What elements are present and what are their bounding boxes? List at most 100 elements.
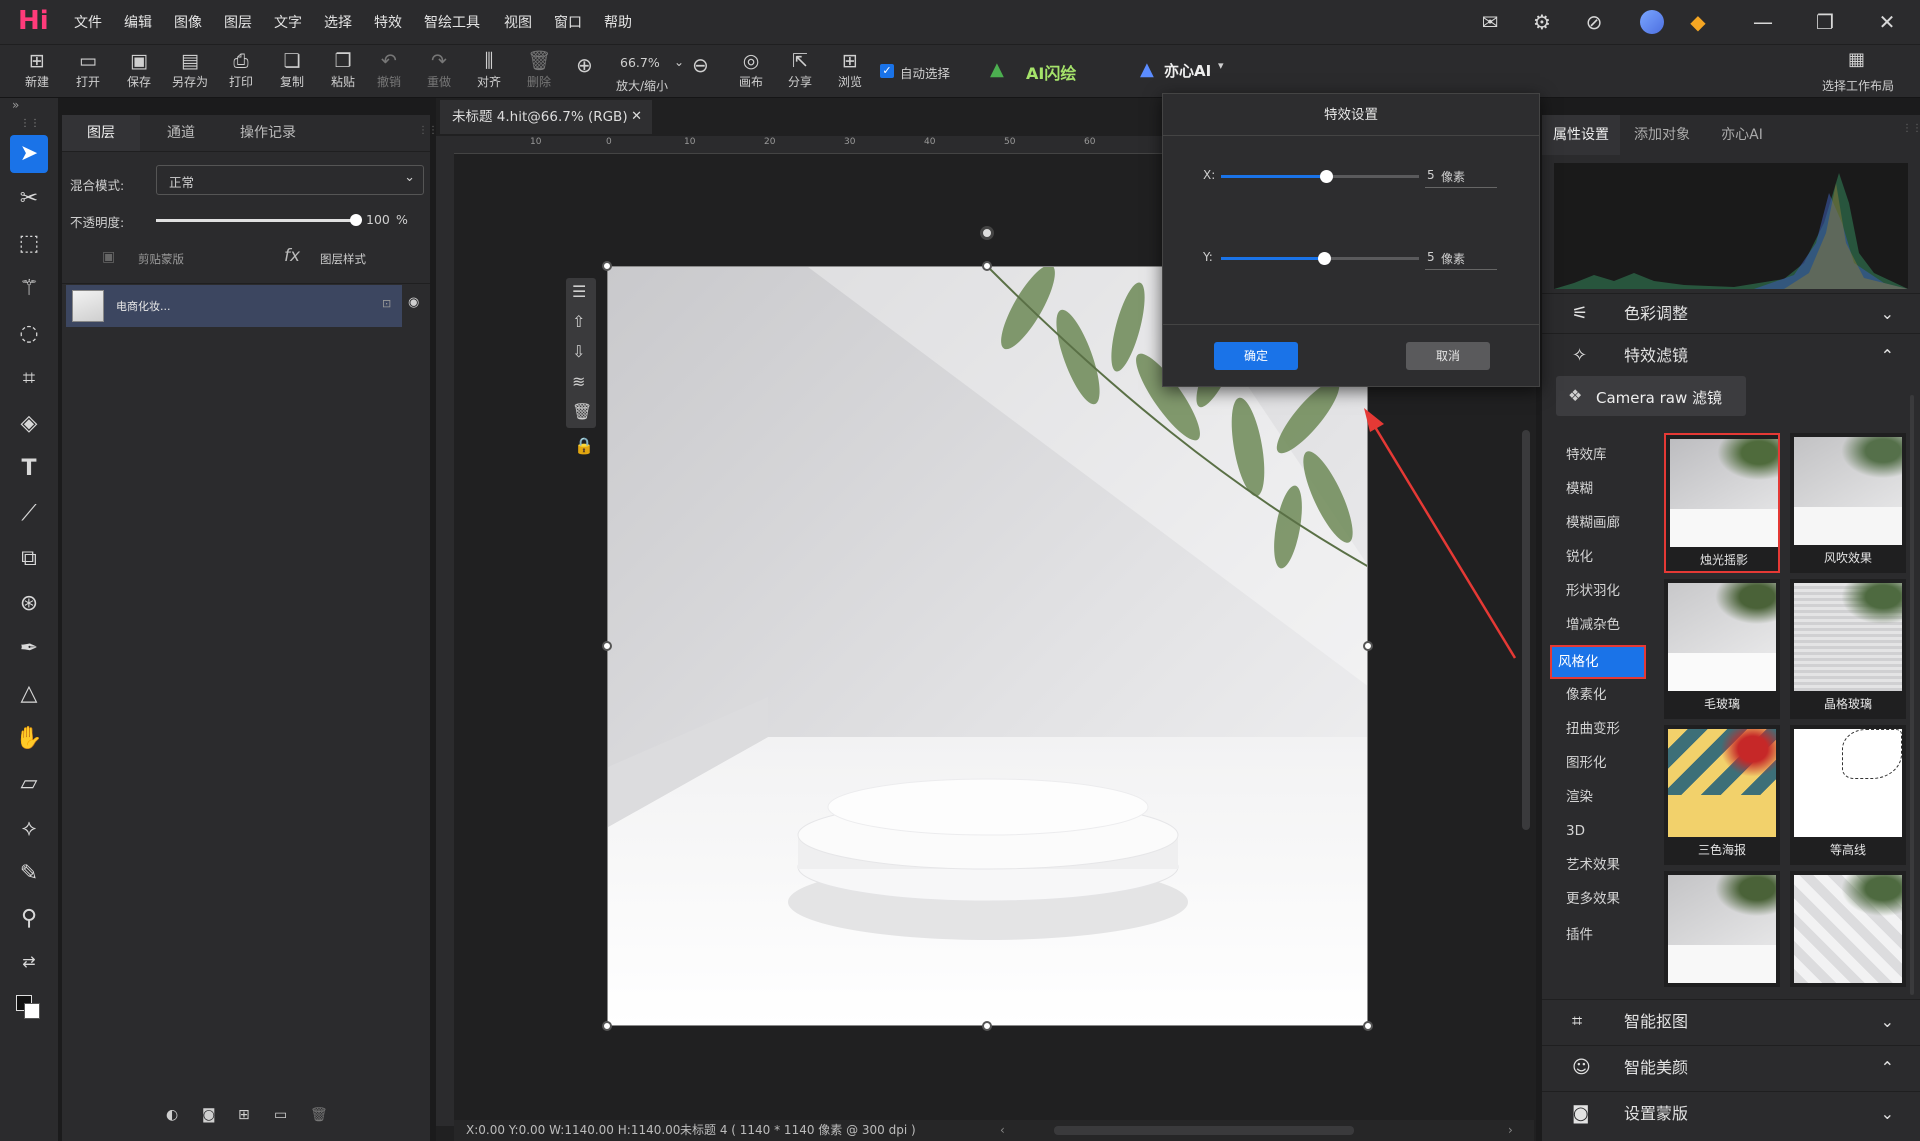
category-noise[interactable]: 增减杂色 <box>1554 611 1644 639</box>
panel-grip-icon[interactable]: ⋮⋮ <box>418 125 438 136</box>
filter-thumb[interactable] <box>1664 871 1780 987</box>
eye-icon[interactable]: ◉ <box>408 295 419 310</box>
mask-section[interactable]: ◙ 设置蒙版 ⌄ <box>1542 1091 1920 1135</box>
close-icon[interactable]: ✕ <box>1872 8 1902 36</box>
color-adjust-section[interactable]: ⚟ 色彩调整 ⌄ <box>1542 293 1920 333</box>
expand-icon[interactable]: » <box>12 98 19 112</box>
zoom-dropdown-icon[interactable]: ⌄ <box>674 55 684 69</box>
caret-down-icon[interactable]: ▾ <box>1218 59 1224 72</box>
ai-draw-button[interactable]: AI闪绘 <box>1026 60 1076 84</box>
horizontal-scrollbar[interactable] <box>1054 1126 1354 1135</box>
rotate-handle[interactable] <box>980 226 994 240</box>
tab-yixin-ai[interactable]: 亦心AI <box>1704 115 1780 155</box>
blend-mode-select[interactable]: 正常 ⌄ <box>156 165 424 195</box>
filter-thumb-wind[interactable]: 风吹效果 <box>1790 433 1906 573</box>
x-value-input[interactable]: 5 像素 <box>1425 166 1497 188</box>
layers-icon[interactable]: ☰ <box>572 282 586 301</box>
menu-effects[interactable]: 特效 <box>374 0 402 44</box>
lock-icon[interactable]: 🔒 <box>574 436 594 455</box>
new-layer-icon[interactable]: ⊞ <box>238 1107 250 1123</box>
compass-icon[interactable]: ⊘ <box>1579 8 1609 36</box>
tab-properties[interactable]: 属性设置 <box>1542 115 1620 155</box>
opacity-slider-knob[interactable] <box>350 214 362 226</box>
auto-select-checkbox[interactable]: ✓ <box>880 64 894 78</box>
y-slider[interactable] <box>1221 252 1419 265</box>
scroll-right-icon[interactable]: › <box>1508 1120 1513 1141</box>
mask-icon[interactable]: ◙ <box>202 1107 216 1123</box>
yixin-ai-button[interactable]: 亦心AI <box>1164 60 1211 81</box>
clone-tool-icon[interactable]: ⧉ <box>10 540 48 578</box>
healing-tool-icon[interactable]: ⊛ <box>10 585 48 623</box>
scroll-left-icon[interactable]: ‹ <box>1000 1120 1005 1141</box>
stack-icon[interactable]: ≋ <box>572 372 585 391</box>
category-plugins[interactable]: 插件 <box>1554 921 1644 949</box>
minimize-icon[interactable]: — <box>1748 8 1778 36</box>
share-button[interactable]: ⇱ 分享 <box>775 49 825 97</box>
delete-button[interactable]: 🗑 删除 <box>514 49 564 97</box>
lasso-tool-icon[interactable]: ◌ <box>10 315 48 353</box>
mail-icon[interactable]: ✉ <box>1475 8 1505 36</box>
category-blur-gallery[interactable]: 模糊画廊 <box>1554 509 1644 537</box>
menu-select[interactable]: 选择 <box>324 0 352 44</box>
category-stylize[interactable]: 风格化 <box>1550 645 1646 679</box>
undo-button[interactable]: ↶ 撤销 <box>364 49 414 97</box>
menu-edit[interactable]: 编辑 <box>124 0 152 44</box>
effects-filter-section[interactable]: ✧ 特效滤镜 ⌃ <box>1542 333 1920 377</box>
lock-icon[interactable]: ⊡ <box>382 297 391 310</box>
move-tool-icon[interactable]: ➤ <box>10 135 48 173</box>
menu-file[interactable]: 文件 <box>74 0 102 44</box>
category-graphic[interactable]: 图形化 <box>1554 749 1644 777</box>
layer-style-button[interactable]: 图层样式 <box>320 251 366 267</box>
menu-help[interactable]: 帮助 <box>604 0 632 44</box>
ok-button[interactable]: 确定 <box>1214 342 1298 370</box>
filter-thumb-frosted-glass[interactable]: 毛玻璃 <box>1664 579 1780 719</box>
trash-icon[interactable]: 🗑 <box>572 402 592 421</box>
filter-thumb-tricolor-poster[interactable]: 三色海报 <box>1664 725 1780 865</box>
opacity-slider[interactable] <box>156 214 362 226</box>
save-button[interactable]: ▣ 保存 <box>114 49 164 97</box>
swap-colors-icon[interactable]: ⇄ <box>10 943 48 981</box>
category-distort[interactable]: 扭曲变形 <box>1554 715 1644 743</box>
trash-icon[interactable]: 🗑 <box>310 1107 328 1123</box>
zoom-value[interactable]: 66.7% <box>620 55 660 70</box>
menu-text[interactable]: 文字 <box>274 0 302 44</box>
browse-button[interactable]: ⊞ 浏览 <box>825 49 875 97</box>
menu-layer[interactable]: 图层 <box>224 0 252 44</box>
layer-row[interactable]: 电商化妆... ⊡ <box>66 285 402 327</box>
menu-image[interactable]: 图像 <box>174 0 202 44</box>
smudge-tool-icon[interactable]: ⟡ <box>10 810 48 848</box>
drag-handle-icon[interactable]: ⋮⋮ <box>20 118 40 129</box>
smart-beauty-section[interactable]: ☺ 智能美颜 ⌃ <box>1542 1045 1920 1089</box>
category-sharpen[interactable]: 锐化 <box>1554 543 1644 571</box>
clip-mask-button[interactable]: 剪贴蒙版 <box>138 251 184 267</box>
category-render[interactable]: 渲染 <box>1554 783 1644 811</box>
settings-icon[interactable]: ⚙ <box>1527 8 1557 36</box>
category-more-effects[interactable]: 更多效果 <box>1554 885 1644 913</box>
folder-icon[interactable]: ▭ <box>274 1107 287 1123</box>
zoom-out-icon[interactable]: ⊖ <box>692 53 709 77</box>
tab-history[interactable]: 操作记录 <box>222 115 314 151</box>
resize-handle[interactable] <box>982 261 992 271</box>
menu-smart-tools[interactable]: 智绘工具 <box>424 0 480 44</box>
tab-layers[interactable]: 图层 <box>62 115 140 151</box>
y-value-input[interactable]: 5 像素 <box>1425 248 1497 270</box>
pen-tool-icon[interactable]: ✒ <box>10 630 48 668</box>
zoom-in-icon[interactable]: ⊕ <box>576 53 593 77</box>
y-slider-knob[interactable] <box>1317 252 1331 265</box>
category-library[interactable]: 特效库 <box>1554 441 1644 469</box>
resize-handle[interactable] <box>982 1021 992 1031</box>
cutout-tool-icon[interactable]: ✂ <box>10 180 48 218</box>
panel-grip-icon[interactable]: ⋮⋮ <box>1902 123 1920 134</box>
shape-tool-icon[interactable]: △ <box>10 675 48 713</box>
resize-handle[interactable] <box>602 261 612 271</box>
brush-tool-icon[interactable]: ⟋ <box>10 495 48 533</box>
move-down-icon[interactable]: ⇩ <box>572 342 585 361</box>
marquee-tool-icon[interactable]: ⬚ <box>10 225 48 263</box>
eyedropper-tool-icon[interactable]: ⚲ <box>10 900 48 938</box>
camera-raw-button[interactable]: ❖ Camera raw 滤镜 <box>1556 376 1746 416</box>
menu-window[interactable]: 窗口 <box>554 0 582 44</box>
eraser-tool-icon[interactable]: ✎ <box>10 855 48 893</box>
crop-tool-icon[interactable]: ⌗ <box>10 360 48 398</box>
adjustment-icon[interactable]: ◐ <box>166 1107 178 1123</box>
opacity-value[interactable]: 100 <box>366 212 390 227</box>
